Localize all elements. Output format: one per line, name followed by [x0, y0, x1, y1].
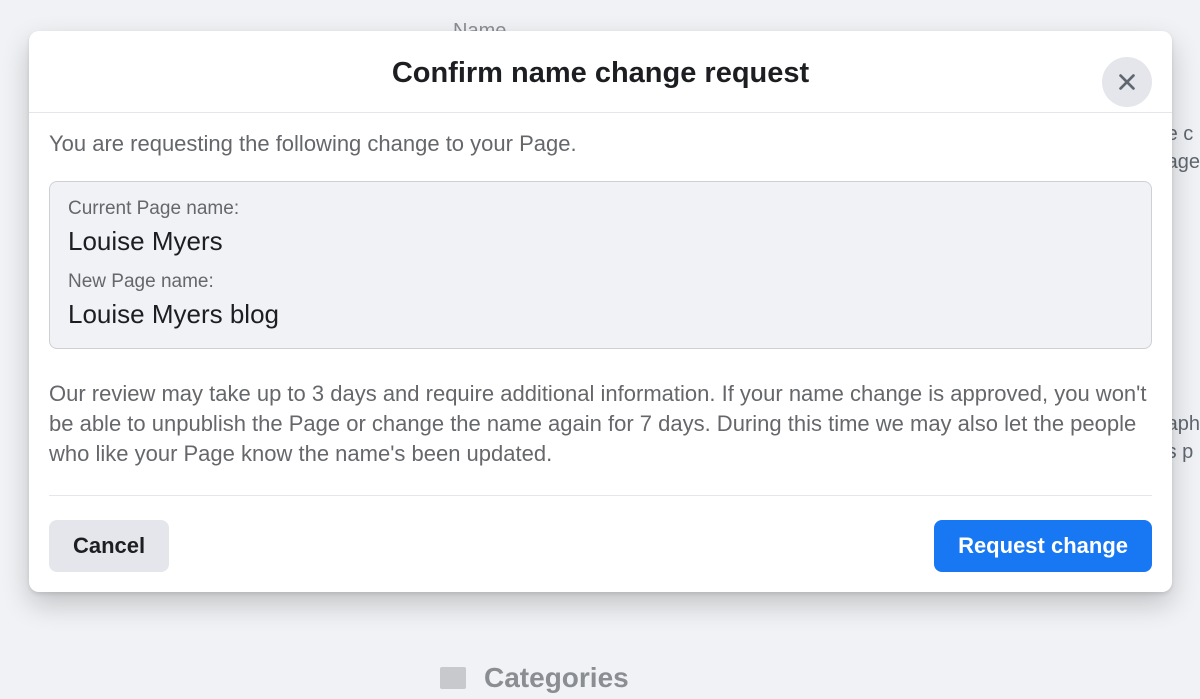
bg-categories-row: Categories: [440, 662, 629, 694]
bg-categories-label: Categories: [484, 662, 629, 694]
close-button[interactable]: [1102, 57, 1152, 107]
current-name-value: Louise Myers: [68, 226, 1133, 257]
folder-icon: [440, 667, 466, 689]
cancel-button[interactable]: Cancel: [49, 520, 169, 572]
request-change-button[interactable]: Request change: [934, 520, 1152, 572]
modal-title: Confirm name change request: [49, 57, 1152, 90]
name-change-box: Current Page name: Louise Myers New Page…: [49, 181, 1152, 349]
modal-footer: Cancel Request change: [49, 495, 1152, 572]
review-text: Our review may take up to 3 days and req…: [49, 379, 1152, 469]
new-name-label: New Page name:: [68, 271, 1133, 293]
close-icon: [1116, 71, 1138, 93]
modal-body: You are requesting the following change …: [29, 113, 1172, 592]
current-name-label: Current Page name:: [68, 198, 1133, 220]
confirm-name-change-modal: Confirm name change request You are requ…: [29, 31, 1172, 592]
new-name-value: Louise Myers blog: [68, 299, 1133, 330]
intro-text: You are requesting the following change …: [49, 131, 1152, 157]
modal-header: Confirm name change request: [29, 31, 1172, 113]
